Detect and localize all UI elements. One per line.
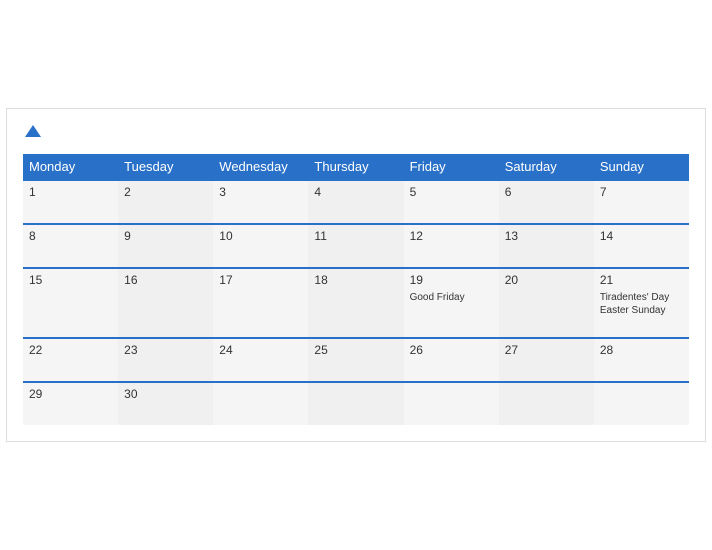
calendar-cell: 2 — [118, 180, 213, 224]
calendar-cell: 6 — [499, 180, 594, 224]
weekday-header-row: MondayTuesdayWednesdayThursdayFridaySatu… — [23, 154, 689, 180]
day-number: 19 — [410, 273, 493, 287]
day-number: 27 — [505, 343, 588, 357]
calendar-cell: 21 Tiradentes' DayEaster Sunday — [594, 268, 689, 338]
calendar-cell: 13 — [499, 224, 594, 268]
calendar-cell: 5 — [404, 180, 499, 224]
day-number: 26 — [410, 343, 493, 357]
calendar-cell: 22 — [23, 338, 118, 382]
calendar-cell — [213, 382, 308, 425]
calendar-cell: 20 — [499, 268, 594, 338]
day-number: 1 — [29, 185, 112, 199]
calendar-container: MondayTuesdayWednesdayThursdayFridaySatu… — [6, 108, 706, 443]
week-row-2: 15 16 17 18 19 Good Friday 20 21 Tiradentes' Day… — [23, 268, 689, 338]
week-row-0: 1234567 — [23, 180, 689, 224]
calendar-cell: 12 — [404, 224, 499, 268]
day-number: 9 — [124, 229, 207, 243]
calendar-cell: 8 — [23, 224, 118, 268]
calendar-cell: 16 — [118, 268, 213, 338]
day-number: 24 — [219, 343, 302, 357]
calendar-cell: 18 — [308, 268, 403, 338]
calendar-cell: 1 — [23, 180, 118, 224]
calendar-cell: 23 — [118, 338, 213, 382]
day-number: 6 — [505, 185, 588, 199]
day-number: 18 — [314, 273, 397, 287]
calendar-cell: 17 — [213, 268, 308, 338]
logo-triangle-icon — [25, 125, 41, 137]
calendar-cell: 26 — [404, 338, 499, 382]
day-number: 3 — [219, 185, 302, 199]
holiday-label: Good Friday — [410, 291, 493, 304]
holiday-label: Easter Sunday — [600, 304, 683, 317]
day-number: 17 — [219, 273, 302, 287]
calendar-cell: 25 — [308, 338, 403, 382]
holiday-label: Tiradentes' Day — [600, 291, 683, 304]
weekday-header-saturday: Saturday — [499, 154, 594, 180]
day-number: 12 — [410, 229, 493, 243]
weekday-header-tuesday: Tuesday — [118, 154, 213, 180]
week-row-1: 89 10 11 12 13 14 — [23, 224, 689, 268]
logo-text — [23, 125, 41, 141]
calendar-cell: 30 — [118, 382, 213, 425]
day-number: 25 — [314, 343, 397, 357]
calendar-cell: 14 — [594, 224, 689, 268]
weekday-header-wednesday: Wednesday — [213, 154, 308, 180]
day-number: 23 — [124, 343, 207, 357]
day-number: 13 — [505, 229, 588, 243]
day-number: 8 — [29, 229, 112, 243]
calendar-cell: 27 — [499, 338, 594, 382]
calendar-cell: 19 Good Friday — [404, 268, 499, 338]
calendar-cell: 24 — [213, 338, 308, 382]
day-number: 14 — [600, 229, 683, 243]
week-row-3: 22 23 24 25 26 27 28 — [23, 338, 689, 382]
day-number: 20 — [505, 273, 588, 287]
calendar-cell: 28 — [594, 338, 689, 382]
day-number: 29 — [29, 387, 112, 401]
calendar-cell — [594, 382, 689, 425]
day-number: 11 — [314, 229, 397, 243]
calendar-cell — [404, 382, 499, 425]
day-number: 28 — [600, 343, 683, 357]
calendar-cell — [308, 382, 403, 425]
calendar-cell: 7 — [594, 180, 689, 224]
calendar-header — [23, 125, 689, 141]
day-number: 2 — [124, 185, 207, 199]
calendar-cell — [499, 382, 594, 425]
calendar-cell: 9 — [118, 224, 213, 268]
calendar-cell: 29 — [23, 382, 118, 425]
weekday-header-monday: Monday — [23, 154, 118, 180]
logo — [23, 125, 41, 141]
day-number: 21 — [600, 273, 683, 287]
day-number: 15 — [29, 273, 112, 287]
day-number: 4 — [314, 185, 397, 199]
week-row-4: 29 30 — [23, 382, 689, 425]
day-number: 22 — [29, 343, 112, 357]
weekday-header-thursday: Thursday — [308, 154, 403, 180]
weekday-header-sunday: Sunday — [594, 154, 689, 180]
day-number: 30 — [124, 387, 207, 401]
calendar-cell: 4 — [308, 180, 403, 224]
calendar-cell: 10 — [213, 224, 308, 268]
day-number: 10 — [219, 229, 302, 243]
weekday-header-friday: Friday — [404, 154, 499, 180]
day-number: 16 — [124, 273, 207, 287]
calendar-table: MondayTuesdayWednesdayThursdayFridaySatu… — [23, 154, 689, 425]
day-number: 7 — [600, 185, 683, 199]
calendar-cell: 11 — [308, 224, 403, 268]
day-number: 5 — [410, 185, 493, 199]
calendar-cell: 15 — [23, 268, 118, 338]
calendar-cell: 3 — [213, 180, 308, 224]
